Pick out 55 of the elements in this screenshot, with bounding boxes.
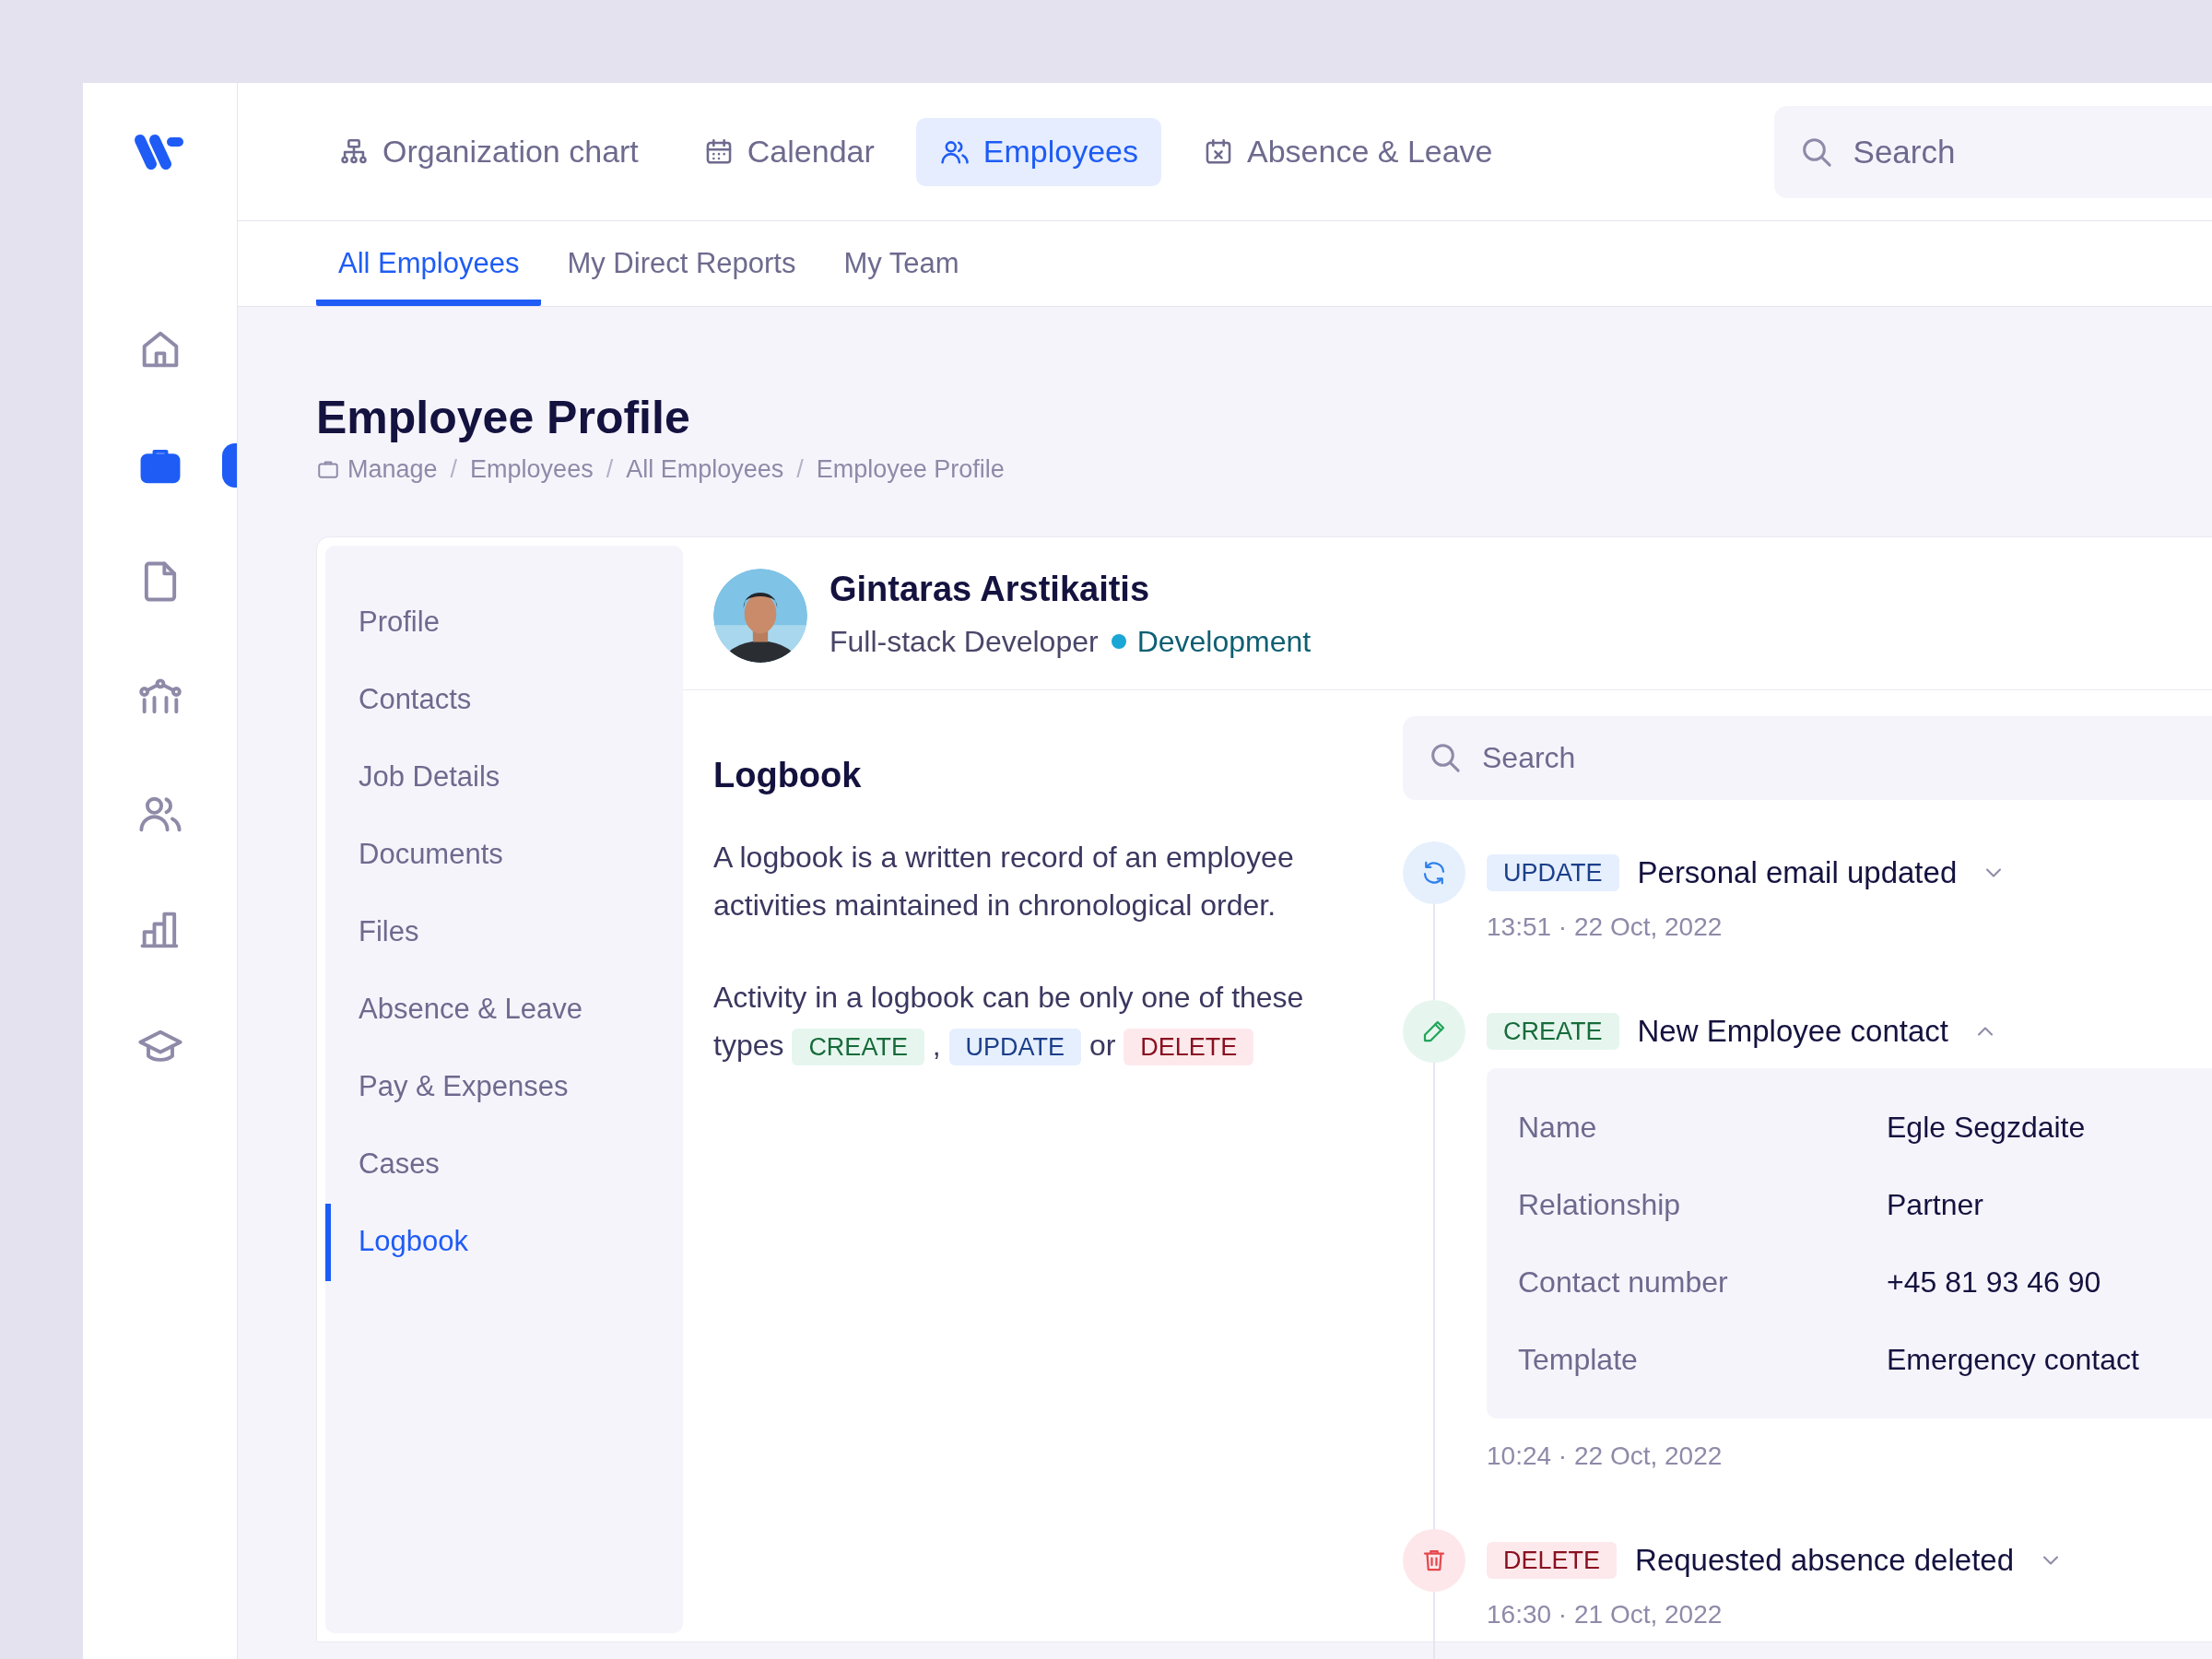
nav-tab[interactable]: Organization chart	[315, 117, 662, 186]
breadcrumb-link[interactable]: Employee Profile	[816, 451, 1005, 488]
profile-menu-item[interactable]: Contacts	[325, 661, 683, 739]
breadcrumb-link[interactable]: Manage	[347, 451, 438, 488]
event-title: Requested absence deleted	[1635, 1541, 2015, 1579]
section-title: Logbook	[713, 754, 863, 796]
detail-label: Template	[1518, 1341, 1639, 1378]
logbook-description: A logbook is a written record of an employee activities maintained in chronological order.	[713, 839, 1295, 924]
detail-value: Egle Segzdaite	[1887, 1109, 2086, 1146]
detail-value: +45 81 93 46 90	[1887, 1264, 2101, 1300]
event-time: 10:24 · 22 Oct, 2022	[1487, 1440, 1724, 1472]
detail-label: Relationship	[1518, 1186, 1682, 1223]
type-tag: DELETE	[1124, 1028, 1254, 1065]
type-tag: CREATE	[792, 1028, 924, 1065]
profile-menu-item[interactable]: Job Details	[325, 738, 683, 817]
profile-menu-item[interactable]: Profile	[325, 583, 683, 662]
profile-menu-item[interactable]: Files	[325, 893, 683, 971]
sub-tab[interactable]: My Direct Reports	[545, 229, 818, 306]
page-title: Employee Profile	[316, 391, 690, 445]
breadcrumb-separator: /	[450, 454, 458, 485]
employee-name: Gintaras Arstikaitis	[830, 569, 1151, 610]
nav-tab[interactable]: Absence & Leave	[1180, 117, 1516, 186]
employee-role: Full-stack Developer	[830, 624, 1099, 660]
profile-menu-item[interactable]: Cases	[325, 1125, 683, 1204]
nav-tab[interactable]: Calendar	[679, 117, 898, 186]
type-tag: UPDATE	[948, 1028, 1082, 1065]
event-time: 13:51 · 22 Oct, 2022	[1487, 911, 1724, 943]
active-indicator	[222, 443, 237, 488]
breadcrumb-separator: /	[606, 454, 614, 485]
event-title: Personal email updated	[1637, 853, 1958, 891]
profile-menu-item[interactable]: Logbook	[325, 1203, 683, 1281]
logbook-types-text: Activity in a logbook can be only one of these	[713, 979, 1304, 1016]
event-type-tag: DELETE	[1487, 1541, 1618, 1579]
joiner-text: ,	[932, 1028, 941, 1062]
search-field[interactable]: Search	[1773, 105, 2212, 198]
search-field[interactable]: Search	[1403, 715, 2212, 800]
joiner-text: or	[1088, 1028, 1116, 1062]
nav-tab[interactable]: Employees	[915, 117, 1161, 186]
sub-tab[interactable]: My Team	[821, 229, 982, 306]
logbook-types-text: types	[713, 1028, 784, 1062]
breadcrumb-link[interactable]: Employees	[470, 451, 594, 488]
detail-label: Name	[1518, 1109, 1598, 1146]
detail-value: Partner	[1887, 1186, 1983, 1223]
event-type-tag: UPDATE	[1487, 853, 1619, 891]
profile-menu-item[interactable]: Absence & Leave	[325, 971, 683, 1049]
event-type-tag: CREATE	[1487, 1012, 1619, 1050]
breadcrumb-separator: /	[796, 454, 804, 485]
event-time: 16:30 · 21 Oct, 2022	[1487, 1598, 1724, 1630]
detail-label: Contact number	[1518, 1264, 1729, 1300]
profile-menu-item[interactable]: Pay & Expenses	[325, 1048, 683, 1126]
event-title: New Employee contact	[1637, 1012, 1948, 1050]
detail-value: Emergency contact	[1887, 1341, 2139, 1378]
profile-menu-item[interactable]: Documents	[325, 816, 683, 894]
department-label: Development	[1136, 624, 1312, 660]
breadcrumb-link[interactable]: All Employees	[626, 451, 784, 488]
